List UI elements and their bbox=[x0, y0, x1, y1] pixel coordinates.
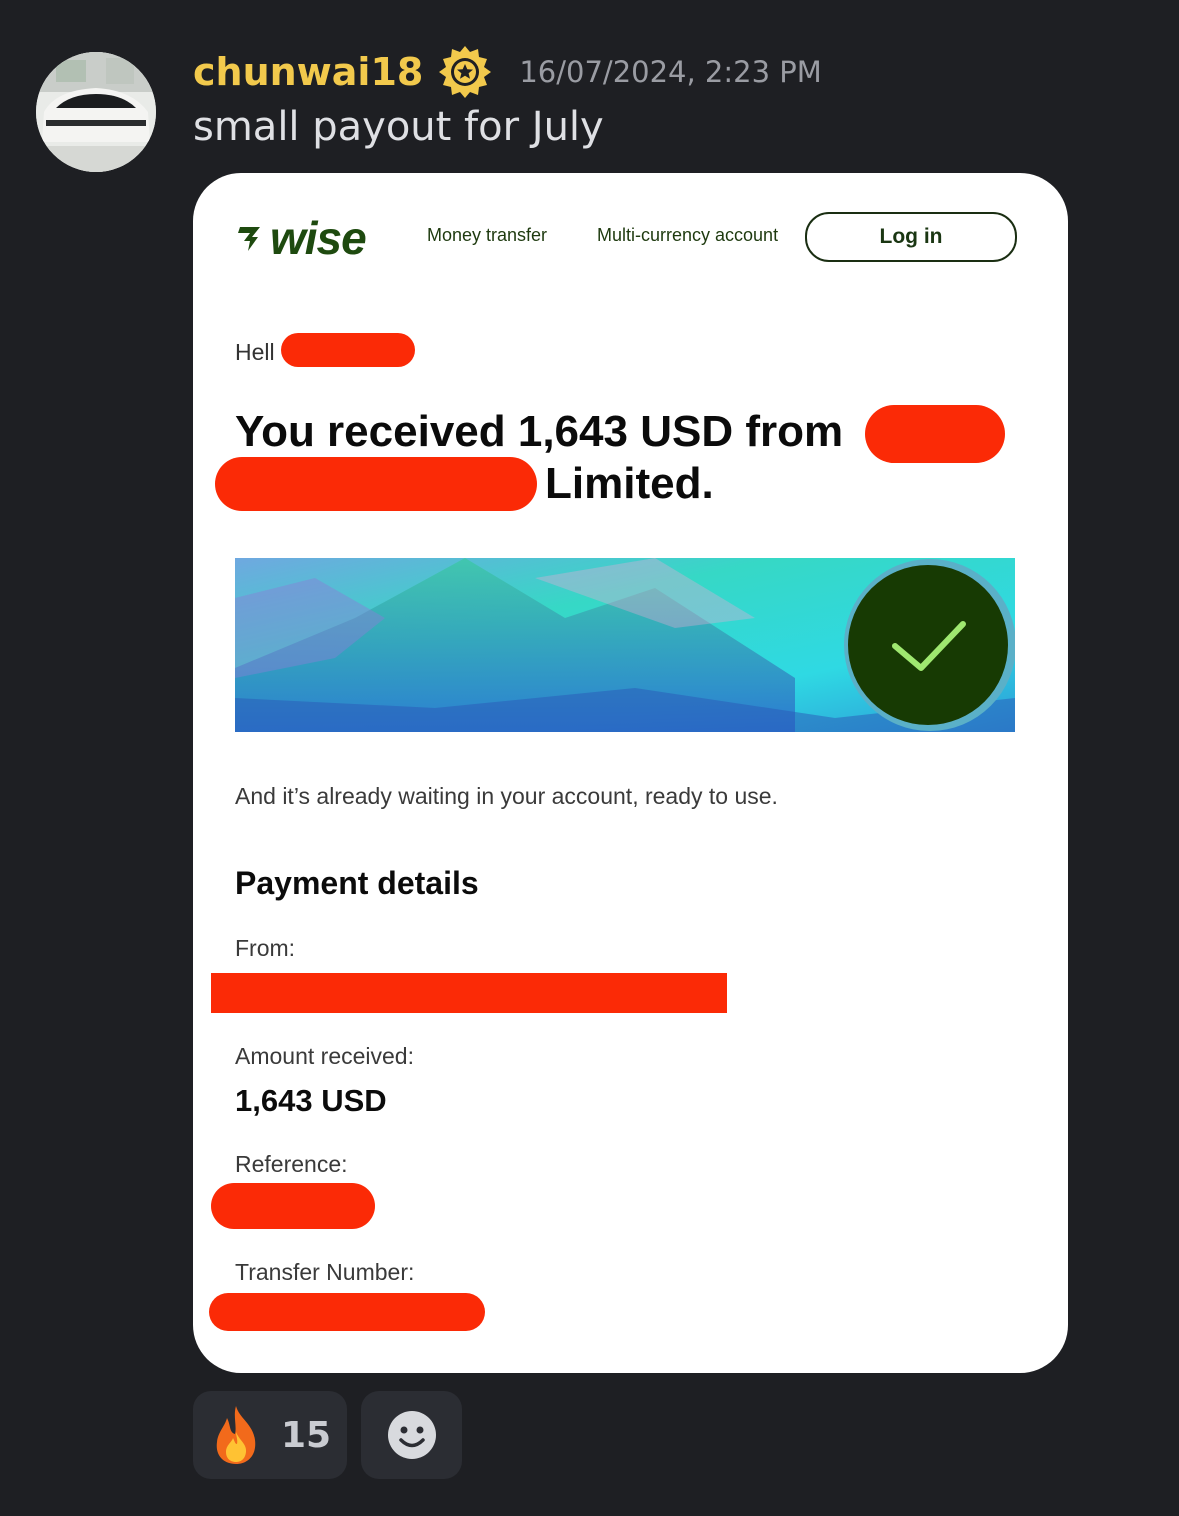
image-attachment[interactable]: wise Money transfer Multi-currency accou… bbox=[193, 173, 1068, 1373]
hero-banner bbox=[235, 558, 1015, 732]
redaction-from bbox=[211, 973, 727, 1013]
greeting-text: Hell bbox=[235, 339, 275, 365]
message-header: chunwai18 16/07/2024, 2:23 PM bbox=[193, 44, 822, 100]
body-text: And it’s already waiting in your account… bbox=[235, 783, 778, 809]
from-label: From: bbox=[235, 935, 296, 961]
fire-emoji-icon bbox=[216, 1406, 256, 1464]
success-banner-image bbox=[235, 558, 1015, 732]
headline-limited: Limited. bbox=[545, 459, 714, 508]
reaction-fire[interactable]: 15 bbox=[193, 1391, 347, 1479]
nav-money-transfer[interactable]: Money transfer bbox=[427, 225, 547, 246]
login-button[interactable]: Log in bbox=[805, 212, 1017, 262]
amount-value: 1,643 USD bbox=[235, 1083, 387, 1118]
car-photo-icon bbox=[36, 52, 156, 172]
amount-label: Amount received: bbox=[235, 1043, 414, 1069]
wise-logo: wise bbox=[236, 211, 367, 265]
redaction-transfer-number bbox=[209, 1293, 485, 1331]
redaction-greeting-name bbox=[281, 333, 415, 367]
nav-multi-currency-account[interactable]: Multi-currency account bbox=[597, 225, 778, 246]
avatar[interactable] bbox=[36, 52, 156, 172]
redaction-sender-part1 bbox=[865, 405, 1005, 463]
timestamp: 16/07/2024, 2:23 PM bbox=[519, 55, 822, 89]
wise-wordmark: wise bbox=[270, 212, 367, 264]
message-text: small payout for July bbox=[193, 104, 604, 150]
payment-details-title: Payment details bbox=[235, 865, 479, 901]
smiley-icon bbox=[387, 1411, 436, 1459]
reaction-count: 15 bbox=[280, 1414, 332, 1456]
star-badge-icon[interactable] bbox=[437, 44, 493, 100]
reactions-bar: 15 bbox=[193, 1391, 462, 1479]
username[interactable]: chunwai18 bbox=[193, 50, 423, 94]
redaction-sender-part2 bbox=[215, 457, 537, 511]
reference-label: Reference: bbox=[235, 1151, 348, 1177]
add-reaction-button[interactable] bbox=[361, 1391, 462, 1479]
redaction-reference bbox=[211, 1183, 375, 1229]
wise-flag-icon bbox=[238, 227, 260, 251]
transfer-number-label: Transfer Number: bbox=[235, 1259, 415, 1285]
discord-message: chunwai18 16/07/2024, 2:23 PM small payo… bbox=[0, 0, 1179, 1516]
